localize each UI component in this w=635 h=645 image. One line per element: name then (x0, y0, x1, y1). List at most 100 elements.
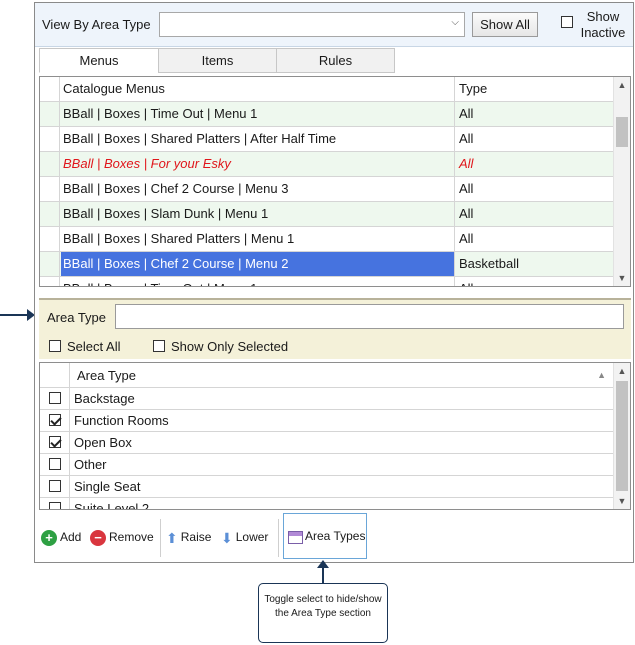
add-label: Add (60, 530, 82, 544)
calendar-icon (288, 531, 303, 544)
list-item[interactable]: Backstage (40, 388, 614, 410)
row-selector[interactable] (40, 127, 60, 151)
menu-type-cell[interactable]: All (456, 177, 614, 201)
remove-icon: − (90, 529, 106, 546)
scroll-down-icon[interactable]: ▼ (614, 270, 630, 286)
row-selector[interactable] (40, 252, 60, 276)
grid-header-row: Area Type ▲ (40, 363, 614, 388)
area-type-checkbox[interactable] (49, 502, 61, 509)
show-all-button[interactable]: Show All (472, 12, 538, 37)
area-types-toggle-button[interactable]: Area Types (283, 513, 367, 559)
menu-type-cell[interactable]: All (456, 127, 614, 151)
area-type-name[interactable]: Suite Level 2 (71, 498, 149, 509)
tab-items[interactable]: Items (158, 48, 277, 73)
area-grid-scrollbar[interactable]: ▲ ▼ (613, 363, 630, 509)
menu-type-cell[interactable]: All (456, 227, 614, 251)
list-item[interactable]: Single Seat (40, 476, 614, 498)
table-row[interactable]: BBall | Boxes | Time Out | Menu 1 All (40, 102, 614, 127)
scroll-down-icon[interactable]: ▼ (614, 493, 630, 509)
select-all-label: Select All (67, 339, 121, 354)
menu-name-cell[interactable]: BBall | Boxes | For your Esky (61, 152, 455, 176)
menu-type-cell[interactable]: All (456, 202, 614, 226)
menu-name-cell[interactable]: BBall | Boxes | Time Out | Menu 1 (61, 102, 455, 126)
area-type-checkbox[interactable] (49, 480, 61, 492)
area-type-grid: Area Type ▲ Backstage Function Rooms Ope… (39, 362, 631, 510)
lower-button[interactable]: ⬇ Lower (221, 528, 268, 546)
area-type-search-input[interactable] (115, 304, 624, 329)
show-inactive-label: Show Inactive (580, 9, 626, 40)
menu-name-cell[interactable]: BBall | Boxes | Chef 2 Course | Menu 3 (61, 177, 455, 201)
lower-label: Lower (235, 530, 269, 544)
table-row[interactable]: BBall | Boxes | Shared Platters | Menu 1… (40, 227, 614, 252)
tab-menus[interactable]: Menus (39, 48, 159, 73)
scroll-up-icon[interactable]: ▲ (614, 77, 630, 93)
table-row[interactable]: BBall | Boxes | Time Out | Menu 1 All (40, 277, 614, 286)
raise-button[interactable]: ⬆ Raise (166, 528, 211, 546)
area-type-label: Area Type (47, 310, 107, 325)
area-type-name[interactable]: Other (71, 454, 107, 475)
row-selector[interactable] (40, 202, 60, 226)
menu-name-cell[interactable]: BBall | Boxes | Time Out | Menu 1 (61, 277, 455, 286)
list-item[interactable]: Other (40, 454, 614, 476)
row-selector[interactable] (40, 177, 60, 201)
menu-type-cell[interactable]: All (456, 277, 614, 286)
column-header-catalogue-menus[interactable]: Catalogue Menus (61, 77, 455, 101)
area-type-name[interactable]: Single Seat (71, 476, 141, 497)
scroll-up-icon[interactable]: ▲ (614, 363, 630, 379)
row-selector-header (40, 77, 60, 101)
table-row[interactable]: BBall | Boxes | Shared Platters | After … (40, 127, 614, 152)
area-type-checkbox[interactable] (49, 414, 61, 426)
list-item[interactable]: Function Rooms (40, 410, 614, 432)
row-selector[interactable] (40, 227, 60, 251)
area-type-name[interactable]: Open Box (71, 432, 132, 453)
show-inactive-checkbox[interactable] (561, 16, 573, 28)
show-only-selected-checkbox[interactable] (153, 340, 165, 352)
chevron-down-icon: ⌵ (451, 17, 459, 28)
area-type-checkbox[interactable] (49, 436, 61, 448)
table-row[interactable]: BBall | Boxes | Slam Dunk | Menu 1 All (40, 202, 614, 227)
toolbar-separator (160, 519, 161, 557)
annotation-arrow-left (0, 309, 35, 321)
menu-name-cell[interactable]: BBall | Boxes | Shared Platters | Menu 1 (61, 227, 455, 251)
menus-grid-scrollbar[interactable]: ▲ ▼ (613, 77, 630, 286)
sort-ascending-icon: ▲ (597, 370, 606, 380)
column-header-area-type[interactable]: Area Type (71, 363, 136, 384)
catalogue-menus-window: View By Area Type ⌵ Show All Show Inacti… (34, 2, 634, 563)
scrollbar-thumb[interactable] (616, 117, 628, 147)
area-type-checkbox[interactable] (49, 392, 61, 404)
filter-bar: View By Area Type ⌵ Show All Show Inacti… (35, 3, 633, 47)
column-header-type[interactable]: Type (456, 77, 614, 101)
table-row-selected[interactable]: BBall | Boxes | Chef 2 Course | Menu 2 B… (40, 252, 614, 277)
menu-type-cell[interactable]: All (456, 102, 614, 126)
menu-name-cell[interactable]: BBall | Boxes | Slam Dunk | Menu 1 (61, 202, 455, 226)
row-selector[interactable] (40, 152, 60, 176)
menu-name-cell[interactable]: BBall | Boxes | Shared Platters | After … (61, 127, 455, 151)
menu-name-cell[interactable]: BBall | Boxes | Chef 2 Course | Menu 2 (61, 252, 455, 276)
area-type-name[interactable]: Function Rooms (71, 410, 169, 431)
remove-button[interactable]: − Remove (90, 528, 154, 546)
arrow-up-icon: ⬆ (166, 529, 178, 546)
row-selector[interactable] (40, 277, 60, 286)
table-row[interactable]: BBall | Boxes | For your Esky All (40, 152, 614, 177)
menu-type-cell[interactable]: Basketball (456, 252, 614, 276)
list-item[interactable]: Suite Level 2 (40, 498, 614, 509)
annotation-arrow-up (317, 560, 329, 584)
row-selector[interactable] (40, 102, 60, 126)
table-row[interactable]: BBall | Boxes | Chef 2 Course | Menu 3 A… (40, 177, 614, 202)
catalogue-menus-grid: Catalogue Menus Type BBall | Boxes | Tim… (39, 76, 631, 287)
add-button[interactable]: + Add (41, 528, 81, 546)
view-by-area-type-dropdown[interactable]: ⌵ (159, 12, 465, 37)
toolbar-separator (278, 519, 279, 557)
area-type-name[interactable]: Backstage (71, 388, 135, 409)
select-all-checkbox[interactable] (49, 340, 61, 352)
area-type-checkbox[interactable] (49, 458, 61, 470)
add-icon: + (41, 529, 57, 546)
bottom-toolbar: + Add − Remove ⬆ Raise ⬇ Lower Area Types (35, 511, 633, 563)
tab-rules[interactable]: Rules (276, 48, 395, 73)
area-types-label: Area Types (305, 529, 366, 543)
list-item[interactable]: Open Box (40, 432, 614, 454)
remove-label: Remove (109, 530, 154, 544)
menu-type-cell[interactable]: All (456, 152, 614, 176)
scrollbar-thumb[interactable] (616, 381, 628, 491)
checkbox-column-header (40, 363, 70, 387)
